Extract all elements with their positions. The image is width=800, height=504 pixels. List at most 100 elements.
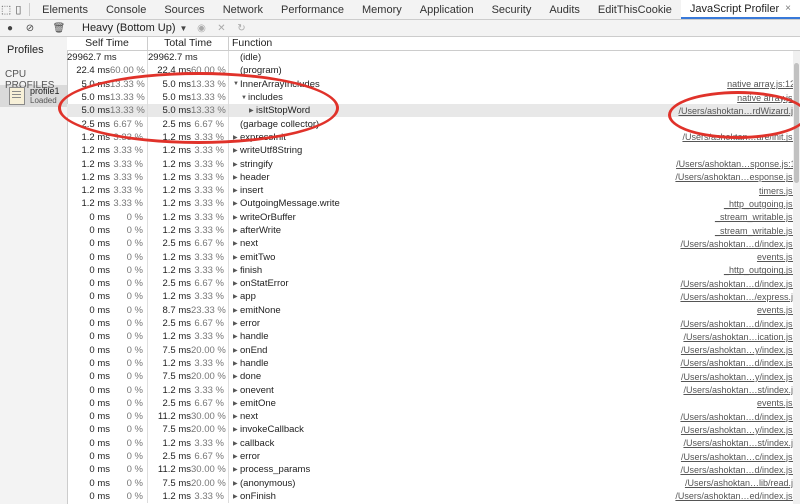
tab-javascript-profiler[interactable]: JavaScript Profiler × (680, 0, 800, 19)
table-row[interactable]: 0 ms 0 % 1.2 ms 3.33 % ▶ onevent/Users/ashokt… (67, 383, 800, 397)
collapsed-arrow-icon[interactable]: ▶ (233, 333, 240, 340)
collapsed-arrow-icon[interactable]: ▶ (233, 280, 240, 287)
sidebar-item-profile1[interactable]: profile1 Loaded (0, 85, 67, 107)
table-row[interactable]: 0 ms 0 % 11.2 ms 30.00 % ▶ process_params/Use… (67, 463, 800, 477)
source-link[interactable]: /Users/ashoktan…y/index.js:2 (681, 345, 800, 355)
device-toolbar-icon[interactable]: ▯ (12, 0, 24, 19)
column-header-self-time[interactable]: Self Time (67, 37, 148, 50)
tab-performance[interactable]: Performance (272, 0, 353, 19)
table-row[interactable]: 0 ms 0 % 1.2 ms 3.33 % ▶ writeOrBuffer _stream… (67, 210, 800, 224)
inspect-element-icon[interactable]: ⬚ (0, 0, 12, 19)
collapsed-arrow-icon[interactable]: ▶ (233, 466, 240, 473)
table-row[interactable]: 5.0 ms 13.33 % 5.0 ms 13.33 % ▼ includes nativ… (67, 90, 800, 105)
collapsed-arrow-icon[interactable]: ▶ (233, 426, 240, 433)
table-row[interactable]: 0 ms 0 % 1.2 ms 3.33 % ▶ emitTwo events.js:1 (67, 250, 800, 264)
source-link[interactable]: /Users/ashoktan…d/index.js:1 (680, 412, 800, 422)
exclude-close-icon[interactable]: ✕ (211, 20, 231, 36)
table-row[interactable]: 0 ms 0 % 7.5 ms 20.00 % ▶ onEnd/Users/ashokta… (67, 343, 800, 357)
tab-sources[interactable]: Sources (155, 0, 213, 19)
tab-security[interactable]: Security (483, 0, 541, 19)
clear-icon[interactable]: ⊘ (20, 20, 40, 36)
collapsed-arrow-icon[interactable]: ▶ (233, 254, 240, 261)
trash-icon[interactable]: 🗑 (49, 20, 69, 36)
table-row[interactable]: 0 ms 0 % 2.5 ms 6.67 % ▶ onStatError/Users/as… (67, 277, 800, 291)
source-link[interactable]: /Users/ashoktan…d/index.js:3 (680, 465, 800, 475)
focus-eye-icon[interactable]: ◉ (191, 20, 211, 36)
source-link[interactable]: /Users/ashoktan…y/index.js:1 (681, 372, 800, 382)
table-row[interactable]: 0 ms 0 % 8.7 ms 23.33 % ▶ emitNone events.js:8 (67, 303, 800, 317)
collapsed-arrow-icon[interactable]: ▶ (233, 347, 240, 354)
collapsed-arrow-icon[interactable]: ▶ (233, 293, 240, 300)
source-link[interactable]: /Users/ashoktan…ication.js:1 (683, 332, 800, 342)
table-row[interactable]: 2.5 ms 6.67 % 2.5 ms 6.67 % (garbage collect… (67, 117, 800, 131)
column-header-total-time[interactable]: Total Time (148, 37, 229, 50)
source-link[interactable]: _stream_writable.js:2 (715, 212, 800, 222)
table-row[interactable]: 0 ms 0 % 1.2 ms 3.33 % ▶ callback/Users/ashok… (67, 436, 800, 450)
collapsed-arrow-icon[interactable]: ▶ (233, 373, 240, 380)
source-link[interactable]: _http_outgoing.js:4 (724, 199, 800, 209)
table-row[interactable]: 0 ms 0 % 1.2 ms 3.33 % ▶ handle/Users/ashokta… (67, 356, 800, 371)
collapsed-arrow-icon[interactable]: ▶ (233, 440, 240, 447)
table-row[interactable]: 0 ms 0 % 2.5 ms 6.67 % ▶ emitOne events.js:9 (67, 396, 800, 411)
tab-application[interactable]: Application (411, 0, 483, 19)
view-mode-select[interactable]: Heavy (Bottom Up) ▼ (78, 22, 191, 34)
collapsed-arrow-icon[interactable]: ▶ (233, 307, 240, 314)
table-row[interactable]: 0 ms 0 % 2.5 ms 6.67 % ▶ next/Users/ashoktan…… (67, 237, 800, 251)
restore-icon[interactable]: ↻ (231, 20, 251, 36)
close-icon[interactable]: × (785, 3, 791, 14)
table-row[interactable]: 1.2 ms 3.33 % 1.2 ms 3.33 % ▶ insert timers.js… (67, 183, 800, 198)
table-row[interactable]: 1.2 ms 3.33 % 1.2 ms 3.33 % ▶ stringify/Users… (67, 157, 800, 171)
collapsed-arrow-icon[interactable]: ▶ (233, 200, 240, 207)
source-link[interactable]: /Users/ashoktan…d/index.js:4 (680, 279, 800, 289)
tab-editthiscookie[interactable]: EditThisCookie (589, 0, 681, 19)
scrollbar-thumb[interactable] (794, 63, 799, 183)
table-row[interactable]: 0 ms 0 % 7.5 ms 20.00 % ▶ (anonymous) /Users/a… (67, 476, 800, 490)
collapsed-arrow-icon[interactable]: ▶ (233, 214, 240, 221)
table-row[interactable]: 29962.7 ms 29962.7 ms (idle) (67, 51, 800, 65)
table-row[interactable]: 0 ms 0 % 1.2 ms 3.33 % ▶ handle/Users/ashokta… (67, 330, 800, 344)
source-link[interactable]: /Users/ashoktan…st/index.js: (683, 438, 800, 448)
expanded-arrow-icon[interactable]: ▼ (241, 95, 248, 101)
table-row[interactable]: 0 ms 0 % 2.5 ms 6.67 % ▶ error/Users/ashoktan… (67, 316, 800, 331)
collapsed-arrow-icon[interactable]: ▶ (233, 161, 240, 168)
source-link[interactable]: /Users/ashoktan…d/index.js:1 (680, 358, 800, 368)
collapsed-arrow-icon[interactable]: ▶ (233, 387, 240, 394)
table-row[interactable]: 22.4 ms 60.00 % 22.4 ms 60.00 % (program) (67, 64, 800, 78)
table-row[interactable]: 0 ms 0 % 7.5 ms 20.00 % ▶ done/Users/ashoktan… (67, 370, 800, 384)
table-row[interactable]: 1.2 ms 3.33 % 1.2 ms 3.33 % ▶ OutgoingMessage… (67, 197, 800, 211)
source-link[interactable]: _http_outgoing.js:5 (724, 265, 800, 275)
collapsed-arrow-icon[interactable]: ▶ (233, 320, 240, 327)
source-link[interactable]: /Users/ashoktan…st/index.js: (683, 385, 800, 395)
source-link[interactable]: /Users/ashoktan…rdWizard.js: (678, 106, 800, 116)
table-row[interactable]: 5.0 ms 13.33 % 5.0 ms 13.33 % ▶ isItStopWord /… (67, 104, 800, 118)
source-link[interactable]: /Users/ashoktan…are/init.js:2 (682, 132, 800, 142)
table-row[interactable]: 5.0 ms 13.33 % 5.0 ms 13.33 % ▼ InnerArrayInc… (67, 77, 800, 91)
table-row[interactable]: 1.2 ms 3.33 % 1.2 ms 3.33 % ▶ expressInit/Use… (67, 130, 800, 145)
expanded-arrow-icon[interactable]: ▼ (233, 81, 240, 87)
table-row[interactable]: 0 ms 0 % 1.2 ms 3.33 % ▶ finish _http_outgoing… (67, 263, 800, 278)
record-icon[interactable]: ● (0, 20, 20, 36)
table-row[interactable]: 0 ms 0 % 11.2 ms 30.00 % ▶ next/Users/ashokta… (67, 410, 800, 424)
source-link[interactable]: /Users/ashoktan…d/index.js:7 (680, 239, 800, 249)
collapsed-arrow-icon[interactable]: ▶ (233, 187, 240, 194)
collapsed-arrow-icon[interactable]: ▶ (233, 493, 240, 500)
table-row[interactable]: 0 ms 0 % 1.2 ms 3.33 % ▶ afterWrite _stream_wr… (67, 223, 800, 238)
collapsed-arrow-icon[interactable]: ▶ (233, 267, 240, 274)
collapsed-arrow-icon[interactable]: ▶ (233, 227, 240, 234)
collapsed-arrow-icon[interactable]: ▶ (233, 240, 240, 247)
source-link[interactable]: /Users/ashoktan…/express.js: (680, 292, 800, 302)
grid-scrollbar[interactable] (793, 51, 800, 504)
table-row[interactable]: 0 ms 0 % 1.2 ms 3.33 % ▶ onFinish/Users/ashok… (67, 489, 800, 504)
tab-elements[interactable]: Elements (33, 0, 97, 19)
source-link[interactable]: native array.js:127 (727, 79, 800, 89)
source-link[interactable]: /Users/ashoktan…esponse.js:7 (675, 172, 800, 182)
collapsed-arrow-icon[interactable]: ▶ (233, 480, 240, 487)
collapsed-arrow-icon[interactable]: ▶ (233, 134, 240, 141)
collapsed-arrow-icon[interactable]: ▶ (249, 107, 256, 114)
collapsed-arrow-icon[interactable]: ▶ (233, 400, 240, 407)
source-link[interactable]: /Users/ashoktan…sponse.js:11 (676, 159, 800, 169)
column-header-function[interactable]: Function (229, 37, 800, 50)
collapsed-arrow-icon[interactable]: ▶ (233, 360, 240, 367)
source-link[interactable]: /Users/ashoktan…ed/index.js:1 (675, 491, 800, 501)
tab-memory[interactable]: Memory (353, 0, 411, 19)
